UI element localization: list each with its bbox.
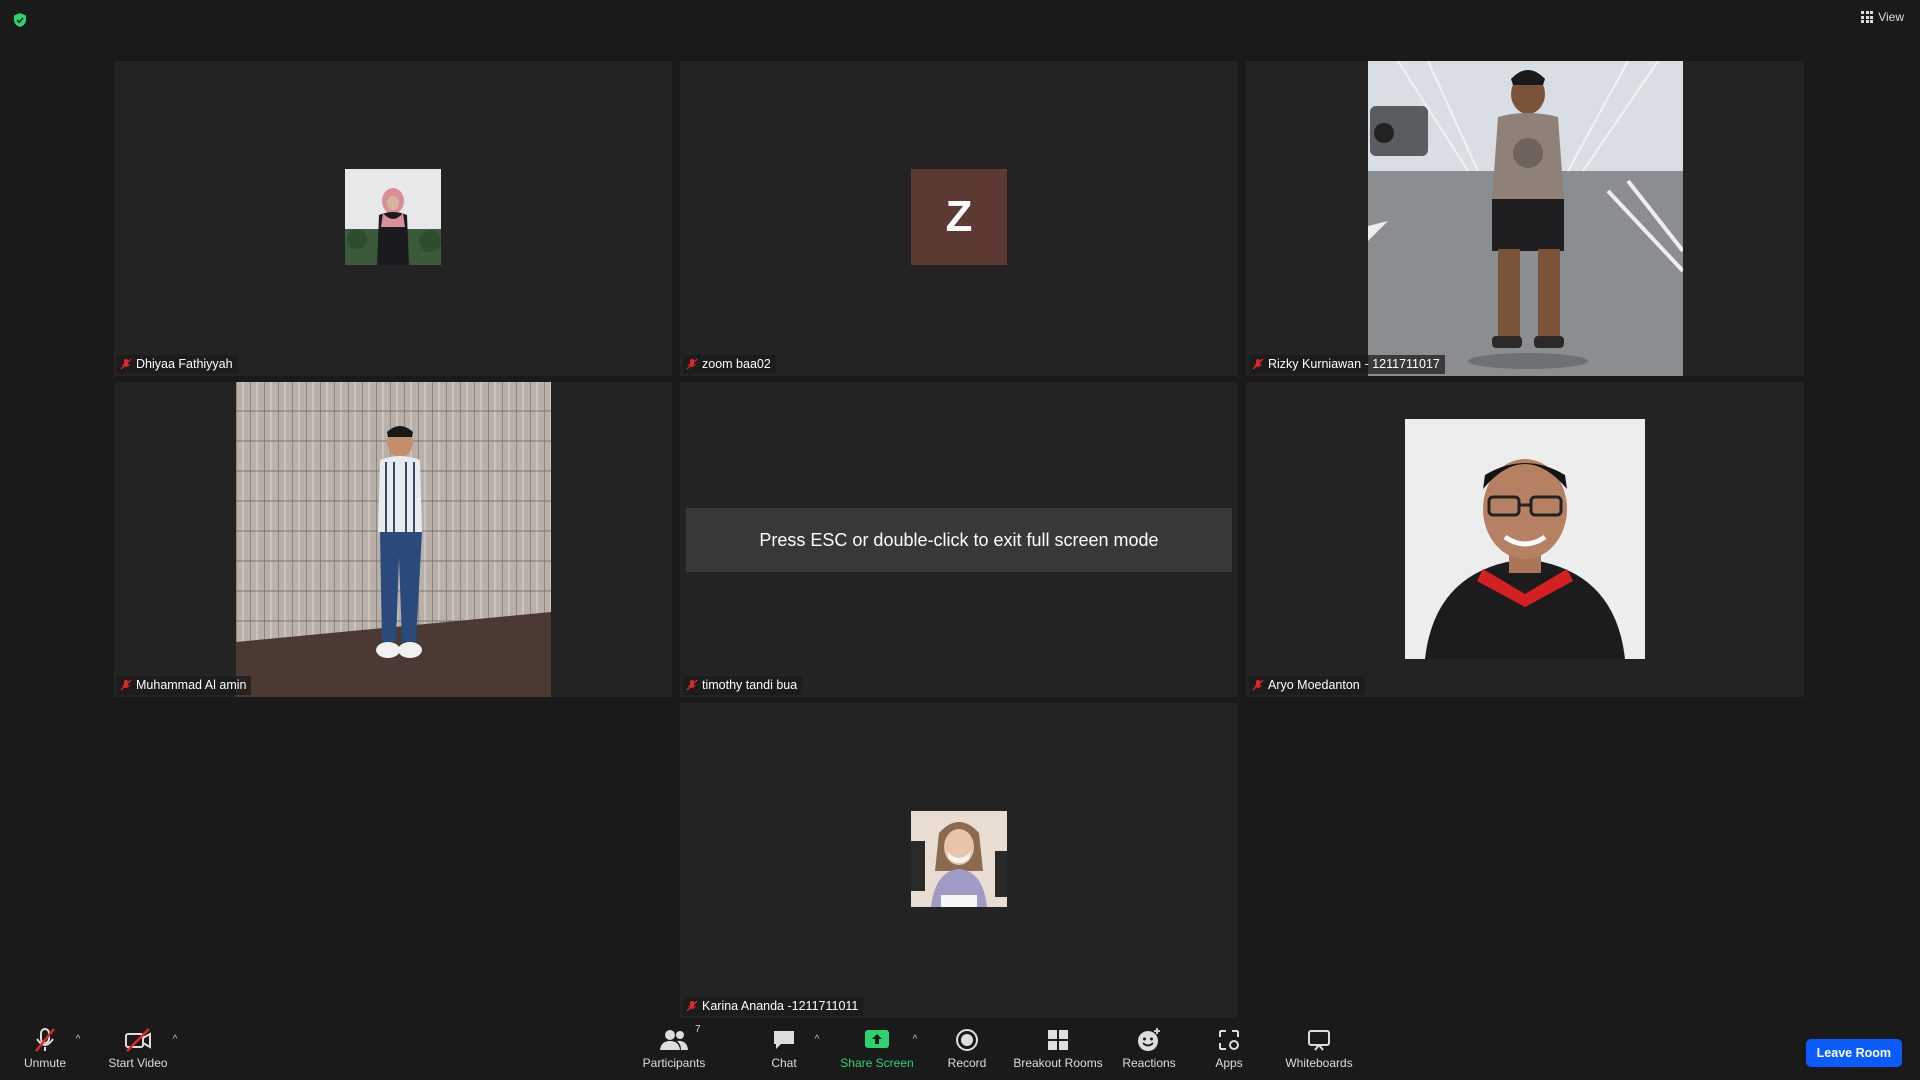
muted-mic-icon (686, 679, 698, 691)
view-button[interactable]: View (1861, 10, 1904, 24)
reactions-icon (1138, 1028, 1160, 1051)
meeting-toolbar: Unmute ^ Start Video ^ 7 Participants Ch… (0, 1020, 1920, 1080)
letter-avatar: Z (911, 169, 1007, 265)
participant-name-tag: Rizky Kurniawan - 1211711017 (1249, 355, 1445, 374)
record-icon (956, 1029, 978, 1051)
video-tile-karina[interactable]: Karina Ananda -1211711011 (680, 703, 1238, 1018)
video-tile-aryo[interactable]: Aryo Moedanton (1246, 382, 1804, 697)
chat-button[interactable]: Chat (739, 1026, 829, 1070)
audio-options-caret[interactable]: ^ (71, 1034, 85, 1045)
profile-photo (1405, 419, 1645, 659)
view-label: View (1878, 10, 1904, 24)
breakout-rooms-button[interactable]: Breakout Rooms (1013, 1026, 1103, 1070)
video-tile-muhammad[interactable]: Muhammad Al amin (114, 382, 672, 697)
participants-icon (660, 1030, 688, 1050)
participants-count: 7 (695, 1024, 701, 1035)
share-screen-button[interactable]: Share Screen (832, 1026, 922, 1070)
whiteboards-button[interactable]: Whiteboards (1274, 1026, 1364, 1070)
participant-name-tag: timothy tandi bua (683, 676, 803, 695)
video-tile-zoom-baa02[interactable]: Z zoom baa02 (680, 61, 1238, 376)
share-screen-icon (865, 1030, 889, 1048)
muted-mic-icon (1252, 358, 1264, 370)
participant-name-tag: Muhammad Al amin (117, 676, 252, 695)
video-options-caret[interactable]: ^ (168, 1034, 182, 1045)
breakout-rooms-icon (1048, 1030, 1068, 1050)
fullscreen-exit-banner: Press ESC or double-click to exit full s… (686, 508, 1232, 572)
participant-name-tag: zoom baa02 (683, 355, 776, 374)
unmute-button[interactable]: Unmute (0, 1026, 90, 1070)
apps-icon (1219, 1030, 1239, 1050)
video-tile-dhiyaa[interactable]: Dhiyaa Fathiyyah (114, 61, 672, 376)
profile-photo (236, 382, 551, 697)
whiteboard-icon (1308, 1030, 1330, 1051)
security-shield-icon[interactable] (12, 12, 28, 28)
muted-mic-icon (686, 1000, 698, 1012)
participants-button[interactable]: 7 Participants (629, 1024, 719, 1070)
profile-photo (1368, 61, 1683, 376)
chat-icon (774, 1031, 794, 1049)
muted-mic-icon (35, 1028, 55, 1052)
reactions-button[interactable]: Reactions (1104, 1026, 1194, 1070)
share-options-caret[interactable]: ^ (908, 1034, 922, 1045)
start-video-button[interactable]: Start Video (93, 1026, 183, 1070)
chat-options-caret[interactable]: ^ (810, 1034, 824, 1045)
video-tile-timothy[interactable]: Press ESC or double-click to exit full s… (680, 382, 1238, 697)
muted-mic-icon (686, 358, 698, 370)
profile-photo (345, 169, 441, 265)
video-tile-rizky[interactable]: Rizky Kurniawan - 1211711017 (1246, 61, 1804, 376)
participant-name-tag: Karina Ananda -1211711011 (683, 997, 864, 1016)
participant-name-tag: Aryo Moedanton (1249, 676, 1365, 695)
video-off-icon (125, 1028, 151, 1052)
apps-button[interactable]: Apps (1184, 1026, 1274, 1070)
record-button[interactable]: Record (922, 1026, 1012, 1070)
muted-mic-icon (1252, 679, 1264, 691)
profile-photo (911, 811, 1007, 907)
participant-name-tag: Dhiyaa Fathiyyah (117, 355, 238, 374)
muted-mic-icon (120, 358, 132, 370)
leave-room-button[interactable]: Leave Room (1805, 1039, 1902, 1067)
grid-icon (1861, 11, 1874, 23)
muted-mic-icon (120, 679, 132, 691)
